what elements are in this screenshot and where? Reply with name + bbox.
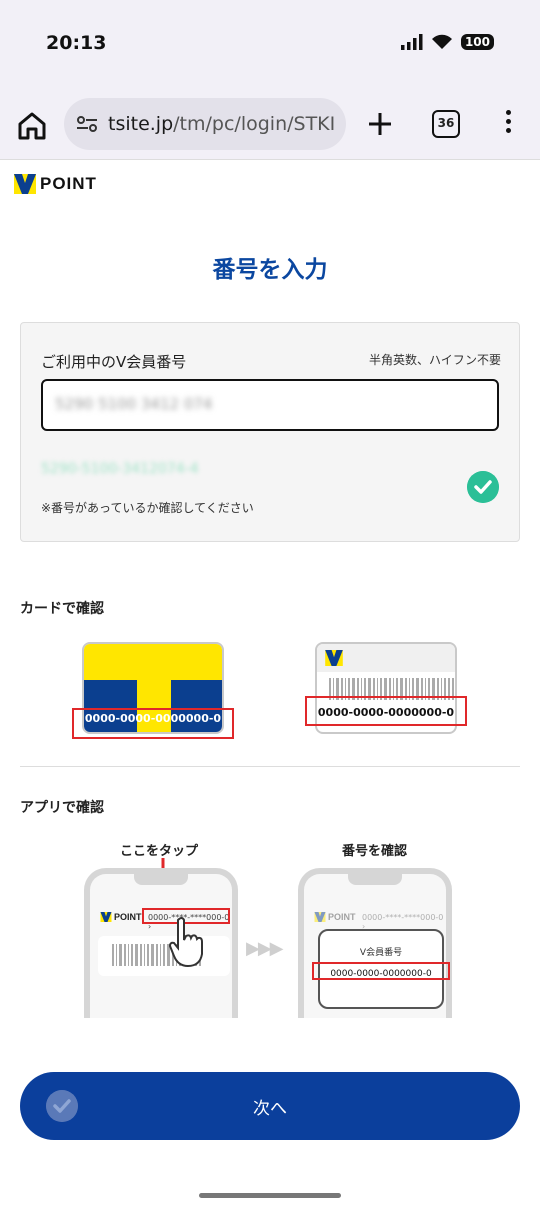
step2-caption: 番号を確認 bbox=[342, 844, 408, 859]
v-mark-icon bbox=[14, 174, 36, 194]
status-time: 20:13 bbox=[46, 32, 107, 54]
site-settings-icon[interactable] bbox=[76, 115, 98, 133]
confirm-note: ※番号があっているか確認してください bbox=[41, 501, 254, 515]
app-mini-logo-faded: POINT bbox=[328, 912, 356, 922]
member-number-label: ご利用中のV会員番号 bbox=[41, 353, 187, 371]
wifi-icon bbox=[431, 34, 452, 49]
url-host: tsite.jp bbox=[108, 113, 174, 135]
next-button[interactable]: 次へ bbox=[20, 1072, 520, 1140]
url-path: /tm/pc/login/STKI bbox=[173, 113, 336, 135]
member-number-input-value: 5290 5100 3412 074 bbox=[55, 395, 213, 413]
gesture-bar[interactable] bbox=[199, 1193, 341, 1198]
formatted-member-number: 5290-5100-3412074-4 bbox=[41, 461, 199, 477]
popup-number-highlight bbox=[312, 962, 450, 980]
app-barcode-card bbox=[98, 936, 230, 976]
tcard-number-highlight bbox=[72, 708, 234, 739]
member-number-input[interactable]: 5290 5100 3412 074 bbox=[41, 379, 499, 431]
vpoint-logo: POINT bbox=[14, 174, 97, 194]
section-divider bbox=[20, 766, 520, 767]
address-bar[interactable]: tsite.jp/tm/pc/login/STKI bbox=[64, 98, 346, 150]
browser-toolbar: tsite.jp/tm/pc/login/STKI 36 bbox=[0, 88, 540, 160]
v-mark-icon bbox=[325, 650, 343, 666]
barcode-card-number-highlight bbox=[305, 696, 467, 726]
new-tab-icon[interactable] bbox=[364, 108, 396, 140]
step-arrows-icon: ▶▶▶ bbox=[246, 938, 284, 959]
tab-switcher-button[interactable]: 36 bbox=[432, 110, 460, 138]
home-icon[interactable] bbox=[14, 108, 50, 144]
card-section-heading: カードで確認 bbox=[20, 601, 104, 617]
next-button-label: 次へ bbox=[253, 1099, 287, 1118]
app-mini-logo: POINT bbox=[114, 912, 142, 922]
more-menu-icon[interactable] bbox=[500, 110, 516, 140]
page-title: 番号を入力 bbox=[212, 257, 328, 283]
battery-indicator: 100 bbox=[460, 34, 494, 50]
app-section-heading: アプリで確認 bbox=[20, 800, 104, 816]
status-bar: 20:13 100 bbox=[0, 0, 540, 88]
app-phone-step2: POINT 0000-****-****000-0 › V会員番号 0000-0… bbox=[298, 868, 452, 1018]
member-number-hint: 半角英数、ハイフン不要 bbox=[368, 353, 501, 367]
status-icons: 100 bbox=[400, 34, 494, 50]
signal-icon bbox=[400, 34, 423, 50]
popup-title: V会員番号 bbox=[359, 948, 403, 958]
logo-text: POINT bbox=[40, 174, 97, 193]
tap-hand-icon bbox=[168, 917, 203, 968]
app-phone-step1: POINT 0000-****-****000-0 › bbox=[84, 868, 238, 1018]
member-number-form: ご利用中のV会員番号 半角英数、ハイフン不要 5290 5100 3412 07… bbox=[20, 322, 520, 542]
v-mark-icon bbox=[314, 912, 326, 922]
step1-caption: ここをタップ bbox=[120, 844, 199, 859]
v-mark-icon bbox=[100, 912, 112, 922]
valid-check-icon bbox=[467, 471, 499, 503]
